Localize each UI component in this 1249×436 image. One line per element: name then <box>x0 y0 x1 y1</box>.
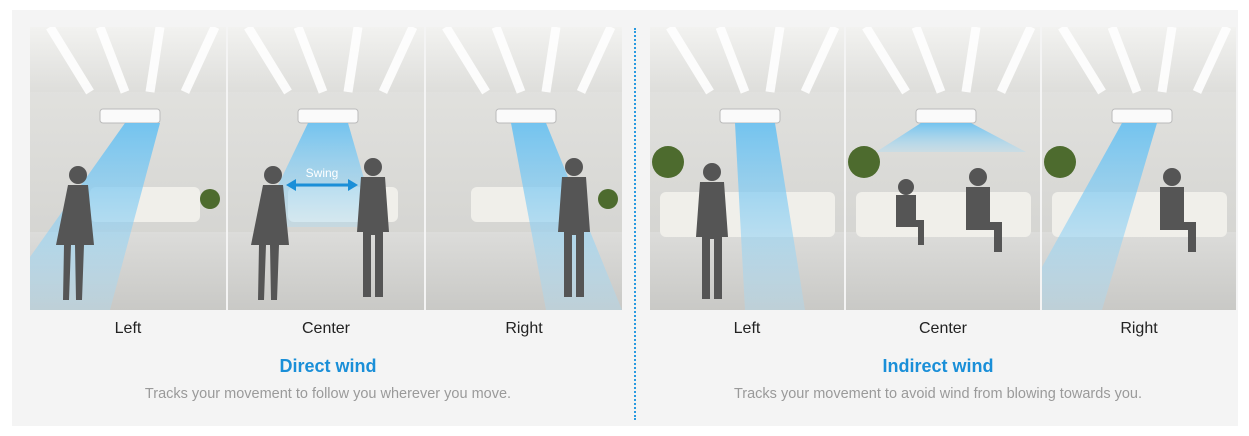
indirect-scene-labels: Left Center Right <box>650 320 1236 338</box>
direct-scene-labels: Left Center Right <box>30 320 622 338</box>
direct-wind-description: Tracks your movement to follow you where… <box>144 386 512 402</box>
plant-icon <box>200 189 220 209</box>
feature-panel: Swing Left Center Right Direct wind Trac… <box>12 10 1238 426</box>
indirect-wind-title: Indirect wind <box>882 356 994 376</box>
indirect-scene-right <box>1042 27 1236 310</box>
direct-scene-left <box>30 27 226 310</box>
tree-icon <box>652 146 684 178</box>
swing-label: Swing <box>306 166 339 180</box>
direct-label-right: Right <box>505 320 543 337</box>
direct-label-center: Center <box>301 320 351 337</box>
indirect-scene-left <box>650 27 844 310</box>
direct-scene-center: Swing <box>228 27 424 310</box>
section-divider <box>634 28 636 420</box>
tree-icon <box>848 146 880 178</box>
indirect-wind-section: Left Center Right Indirect wind Tracks y… <box>650 10 1236 426</box>
direct-scene-right <box>426 27 622 310</box>
direct-wind-section: Swing Left Center Right Direct wind Trac… <box>30 10 626 426</box>
direct-label-left: Left <box>114 320 142 337</box>
indirect-wind-description: Tracks your movement to avoid wind from … <box>733 386 1143 402</box>
tree-icon <box>1044 146 1076 178</box>
indirect-label-right: Right <box>1120 320 1158 337</box>
indirect-label-left: Left <box>733 320 761 337</box>
indirect-label-center: Center <box>918 320 968 337</box>
direct-wind-scenes: Swing <box>30 27 622 310</box>
indirect-wind-scenes <box>650 27 1236 310</box>
indirect-scene-center <box>846 27 1040 310</box>
plant-icon <box>598 189 618 209</box>
direct-wind-title: Direct wind <box>279 356 377 376</box>
